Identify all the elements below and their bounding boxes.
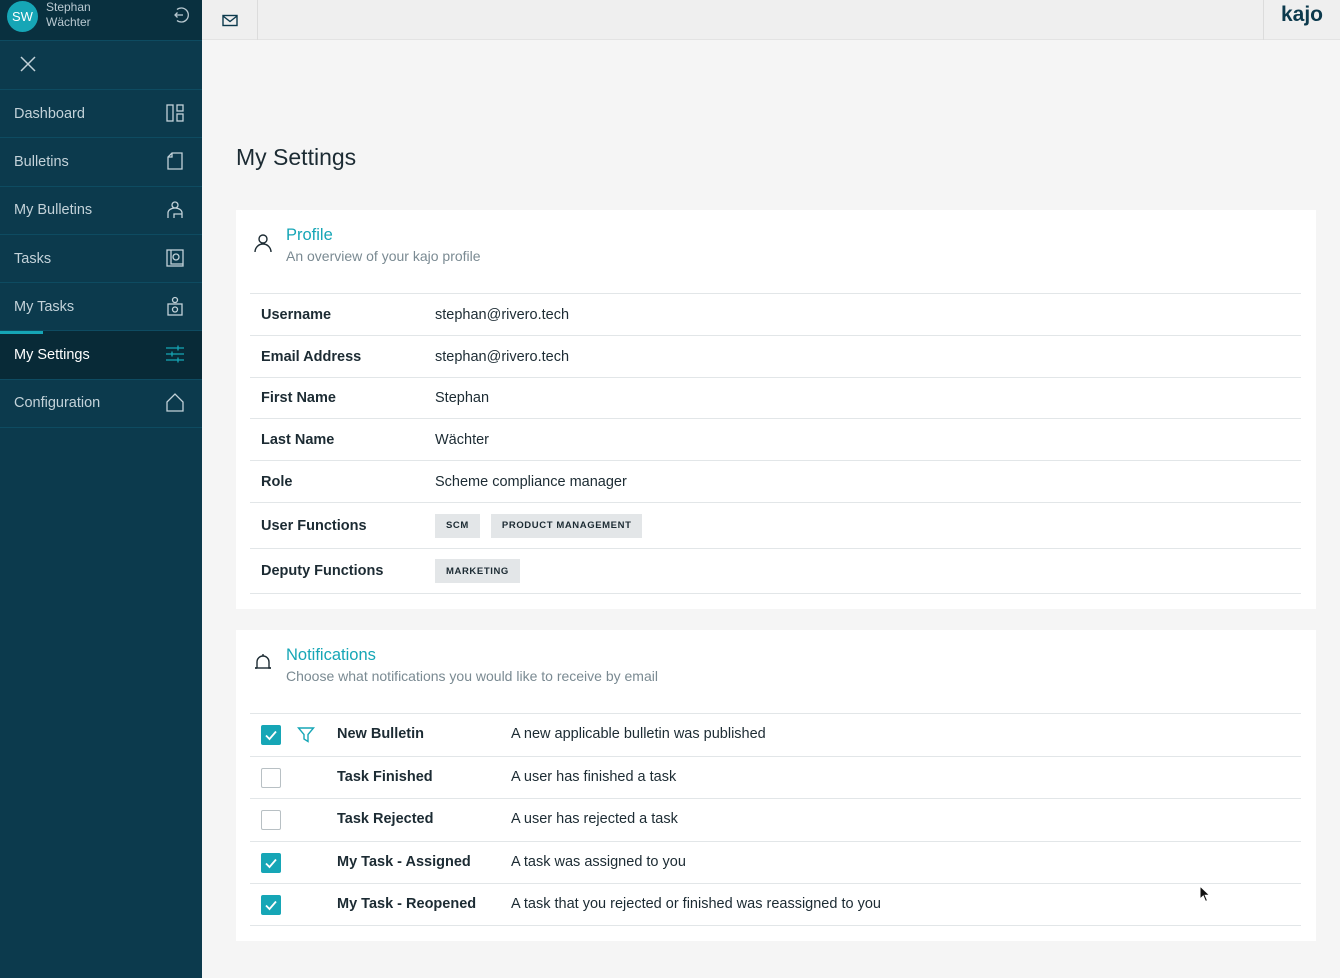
notification-description: A user has finished a task	[511, 768, 677, 785]
notification-description: A user has rejected a task	[511, 811, 678, 827]
profile-title: Profile	[286, 226, 333, 244]
user-last-name: Wächter	[46, 15, 91, 29]
dashboard-icon	[166, 104, 184, 122]
field-value: Stephan	[435, 390, 490, 406]
notification-row-my-task-assigned: My Task - Assigned A task was assigned t…	[250, 840, 1301, 884]
filter-icon[interactable]	[297, 726, 315, 744]
sidebar-item-bulletins[interactable]: Bulletins	[0, 138, 202, 187]
mouse-cursor-icon	[1199, 885, 1211, 903]
notification-checkbox[interactable]	[261, 895, 281, 915]
notification-row-task-rejected: Task Rejected A user has rejected a task	[250, 798, 1301, 841]
tag-list: MARKETING	[435, 559, 520, 583]
profile-row-user-functions: User Functions SCM PRODUCT MANAGEMENT	[250, 502, 1301, 548]
user-first-name: Stephan	[46, 0, 91, 14]
bulletin-icon	[167, 152, 183, 170]
field-value: stephan@rivero.tech	[435, 348, 570, 365]
mail-button[interactable]	[202, 0, 258, 40]
notification-row-task-finished: Task Finished A user has finished a task	[250, 755, 1301, 799]
profile-rows: Username stephan@rivero.tech Email Addre…	[250, 293, 1301, 594]
tag-list: SCM PRODUCT MANAGEMENT	[435, 513, 643, 538]
field-label: Last Name	[261, 431, 335, 448]
notification-description: A task that you rejected or finished was…	[511, 896, 881, 912]
field-label: Email Address	[261, 348, 362, 365]
user-bar: SW Stephan Wächter	[0, 0, 202, 41]
sidebar-item-my-bulletins[interactable]: My Bulletins	[0, 187, 202, 235]
logout-icon[interactable]	[171, 6, 189, 24]
home-icon	[166, 392, 184, 412]
sidebar-item-label: Tasks	[14, 250, 52, 267]
profile-subtitle: An overview of your kajo profile	[286, 248, 481, 264]
field-label: First Name	[261, 390, 336, 406]
profile-row-email: Email Address stephan@rivero.tech	[250, 335, 1301, 377]
notification-description: A new applicable bulletin was published	[511, 726, 766, 742]
tasks-icon	[166, 249, 184, 267]
profile-row-role: Role Scheme compliance manager	[250, 460, 1301, 502]
active-nav-indicator	[0, 331, 43, 334]
my-tasks-icon	[167, 297, 183, 316]
sidebar-nav: Dashboard Bulletins My Bulletins Tasks M…	[0, 90, 202, 429]
field-value: Scheme compliance manager	[435, 473, 627, 490]
sidebar: SW Stephan Wächter Dashboard Bulletins M…	[0, 0, 202, 978]
avatar[interactable]: SW	[7, 1, 38, 32]
profile-row-deputy-functions: Deputy Functions MARKETING	[250, 548, 1301, 594]
sidebar-item-label: My Tasks	[14, 298, 75, 315]
profile-row-last-name: Last Name Wächter	[250, 418, 1301, 460]
sidebar-item-dashboard[interactable]: Dashboard	[0, 90, 202, 139]
settings-sliders-icon	[166, 345, 184, 363]
notification-row-new-bulletin: New Bulletin A new applicable bulletin w…	[250, 713, 1301, 756]
notification-name: My Task - Reopened	[337, 896, 477, 912]
notification-description: A task was assigned to you	[511, 853, 686, 870]
function-tag: SCM	[435, 513, 480, 538]
notifications-card: Notifications Choose what notifications …	[236, 630, 1316, 941]
user-icon	[254, 234, 272, 253]
notifications-title: Notifications	[286, 646, 376, 664]
user-name: Stephan Wächter	[46, 0, 91, 30]
profile-row-first-name: First Name Stephan	[250, 377, 1301, 418]
sidebar-item-label: My Settings	[14, 347, 90, 364]
notification-checkbox[interactable]	[261, 810, 281, 830]
sidebar-item-my-settings[interactable]: My Settings	[0, 331, 202, 380]
notification-row-my-task-reopened: My Task - Reopened A task that you rejec…	[250, 883, 1301, 926]
field-label: Deputy Functions	[261, 563, 384, 579]
sidebar-close-row	[0, 41, 202, 90]
field-label: Username	[261, 306, 332, 323]
notification-name: Task Finished	[337, 768, 433, 785]
notification-checkbox[interactable]	[261, 767, 281, 788]
function-tag: PRODUCT MANAGEMENT	[490, 513, 643, 538]
notification-rows: New Bulletin A new applicable bulletin w…	[250, 713, 1301, 926]
notification-checkbox[interactable]	[261, 725, 281, 745]
sidebar-item-my-tasks[interactable]: My Tasks	[0, 283, 202, 332]
function-tag: MARKETING	[435, 559, 520, 583]
my-bulletins-icon	[167, 200, 183, 218]
notification-checkbox[interactable]	[261, 852, 281, 873]
field-value: stephan@rivero.tech	[435, 306, 570, 323]
bell-icon	[255, 654, 271, 669]
sidebar-item-configuration[interactable]: Configuration	[0, 380, 202, 429]
profile-row-username: Username stephan@rivero.tech	[250, 293, 1301, 335]
sidebar-item-label: My Bulletins	[14, 202, 93, 219]
sidebar-item-label: Bulletins	[14, 153, 69, 170]
notification-name: Task Rejected	[337, 811, 434, 827]
field-value: Wächter	[435, 431, 489, 448]
brand-logo[interactable]: kajo	[1263, 0, 1340, 40]
close-icon[interactable]	[18, 54, 38, 74]
sidebar-item-label: Dashboard	[14, 105, 85, 122]
field-label: User Functions	[261, 517, 367, 534]
sidebar-item-tasks[interactable]: Tasks	[0, 235, 202, 284]
mail-icon	[221, 14, 238, 26]
top-bar: kajo	[202, 0, 1340, 40]
page-title: My Settings	[236, 144, 357, 170]
notifications-subtitle: Choose what notifications you would like…	[286, 668, 658, 684]
profile-card: Profile An overview of your kajo profile…	[236, 210, 1316, 609]
field-label: Role	[261, 473, 293, 490]
notification-name: My Task - Assigned	[337, 853, 471, 870]
notification-name: New Bulletin	[337, 726, 425, 742]
sidebar-item-label: Configuration	[14, 395, 101, 412]
